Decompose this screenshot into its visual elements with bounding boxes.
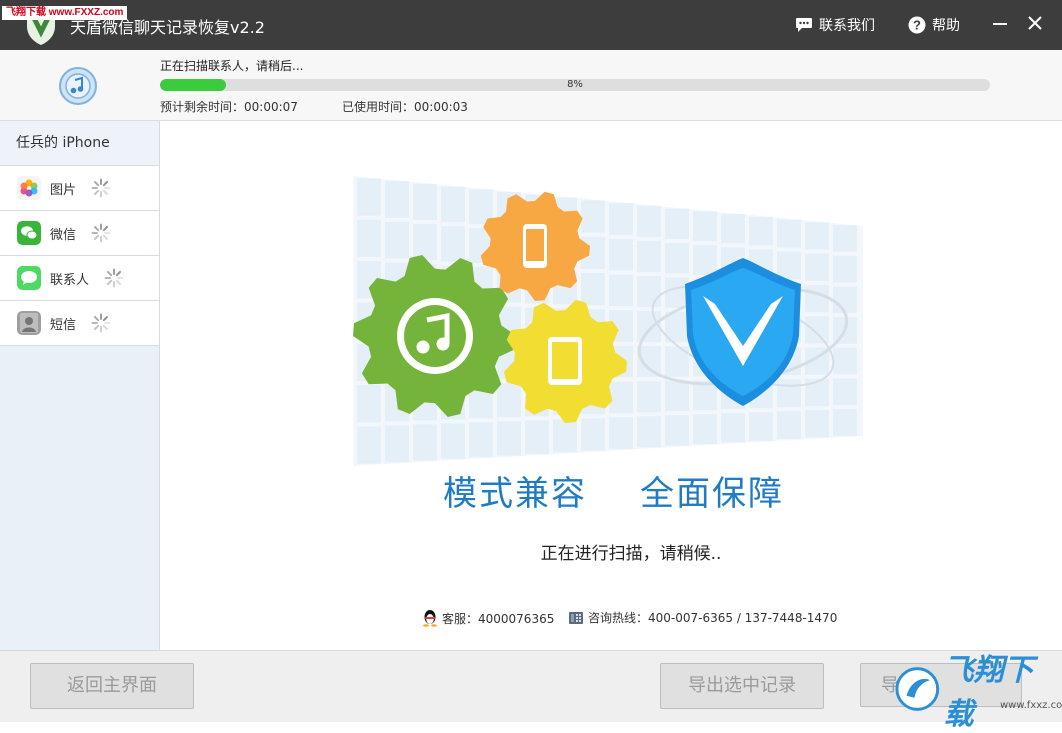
app-title: 天盾微信聊天记录恢复v2.2 <box>70 18 265 37</box>
qq-penguin-icon <box>423 610 437 627</box>
contact-us-button[interactable]: 联系我们 <box>795 15 875 35</box>
customer-service: 客服：4000076365 <box>422 609 554 627</box>
wechat-icon <box>17 221 41 245</box>
time-used: 已使用时间：00:00:03 <box>342 100 468 114</box>
loading-spinner-icon <box>91 178 111 198</box>
scanning-message: 正在进行扫描，请稍候.. <box>540 544 722 564</box>
sidebar-item-label: 联系人 <box>50 272 90 288</box>
slogan-compatible: 模式兼容 <box>443 474 587 514</box>
time-remaining: 预计剩余时间：00:00:07 <box>160 100 298 114</box>
help-label: 帮助 <box>932 18 960 34</box>
back-home-button[interactable]: 返回主界面 <box>30 663 194 709</box>
contacts-icon <box>17 311 41 335</box>
minimize-icon[interactable] <box>992 12 1008 34</box>
scan-progress-panel: 正在扫描联系人，请稍后... 8% 预计剩余时间：00:00:07 已使用时间：… <box>0 50 1062 121</box>
sidebar-item-contacts[interactable]: 联系人 <box>0 256 159 301</box>
messages-icon <box>17 266 41 290</box>
sidebar-item-label: 图片 <box>50 182 77 198</box>
device-name: 任兵的 iPhone <box>0 121 159 166</box>
title-bar: 飞翔下载 www.FXXZ.com 天盾微信聊天记录恢复v2.2 联系我们 ? … <box>0 0 1062 50</box>
support-text: 客服：4000076365 <box>442 611 555 626</box>
hotline-text: 咨询热线：400-007-6365 / 137-7448-1470 <box>588 611 838 625</box>
itunes-music-icon <box>59 67 97 105</box>
watermark-logo-icon <box>895 667 940 711</box>
loading-spinner-icon <box>91 313 111 333</box>
contact-us-label: 联系我们 <box>819 18 875 34</box>
close-icon[interactable] <box>1026 12 1044 34</box>
svg-text:?: ? <box>913 18 921 33</box>
loading-spinner-icon <box>104 268 124 288</box>
hotline: 咨询热线：400-007-6365 / 137-7448-1470 <box>568 609 837 626</box>
help-icon: ? <box>908 16 926 34</box>
watermark-url: www.fxxz.com <box>1000 700 1062 711</box>
sidebar-item-wechat[interactable]: 微信 <box>0 211 159 256</box>
sidebar-item-photos[interactable]: 图片 <box>0 166 159 211</box>
main-panel: 模式兼容 全面保障 正在进行扫描，请稍候.. 客服：4000076365 咨询热… <box>160 121 1062 650</box>
progress-percent: 8% <box>567 79 583 90</box>
hero-illustration <box>353 176 863 466</box>
loading-spinner-icon <box>91 223 111 243</box>
watermark-text: 飞翔下载 <box>943 653 1034 732</box>
help-button[interactable]: ? 帮助 <box>908 15 960 35</box>
sidebar: 任兵的 iPhone 图片 微信 联系人 短信 <box>0 121 160 650</box>
photos-icon <box>17 176 41 200</box>
telephone-icon <box>569 611 583 624</box>
export-selected-button[interactable]: 导出选中记录 <box>660 663 824 709</box>
chat-icon <box>796 18 812 32</box>
sidebar-item-label: 短信 <box>50 317 77 333</box>
sidebar-item-sms[interactable]: 短信 <box>0 301 159 346</box>
scan-status-text: 正在扫描联系人，请稍后... <box>160 59 304 73</box>
slogan-protection: 全面保障 <box>640 474 784 514</box>
sidebar-item-label: 微信 <box>50 227 77 243</box>
